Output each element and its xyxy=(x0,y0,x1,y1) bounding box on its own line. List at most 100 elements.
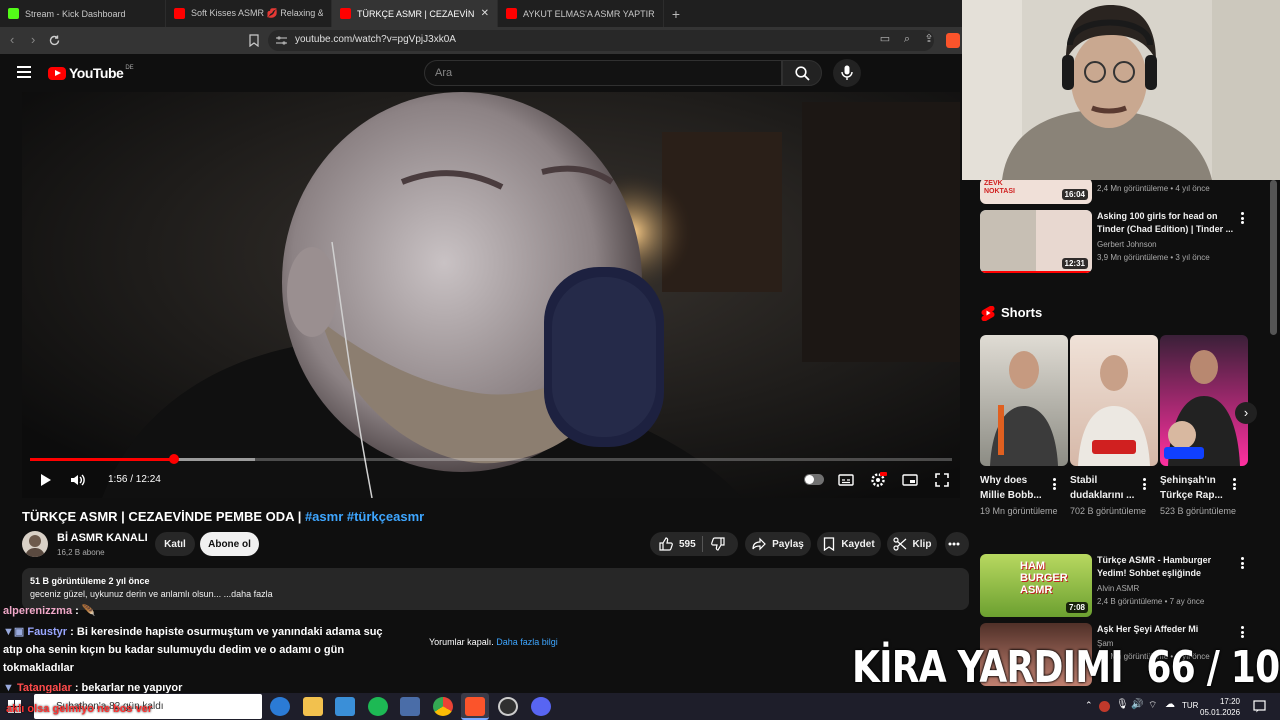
volume-icon[interactable] xyxy=(69,471,87,489)
recommended-meta: 3,9 Mn görüntüleme • 3 yıl önce xyxy=(1097,253,1210,262)
video-duration: 12:31 xyxy=(1061,258,1088,269)
menu-icon[interactable] xyxy=(17,66,31,78)
more-vertical-icon[interactable] xyxy=(1233,478,1237,490)
obs-app-icon[interactable] xyxy=(498,697,518,716)
taskbar: Subathon'a 82 gün kaldı aklı olsa gelmiy… xyxy=(0,693,1280,720)
recommended-title[interactable]: Asking 100 girls for head on Tinder (Cha… xyxy=(1097,210,1237,236)
chrome-app-icon[interactable] xyxy=(433,697,453,716)
voice-search-button[interactable] xyxy=(833,59,861,87)
tray-app-icon[interactable] xyxy=(1099,701,1110,712)
shorts-next-icon[interactable]: › xyxy=(1235,402,1257,424)
subtitles-icon[interactable] xyxy=(837,471,855,489)
chat-username: alperenizzma xyxy=(3,605,73,617)
volume-tray-icon[interactable]: 🔊 xyxy=(1131,699,1143,710)
miniplayer-icon[interactable] xyxy=(901,471,919,489)
more-vertical-icon[interactable] xyxy=(1241,557,1245,569)
more-actions-button[interactable] xyxy=(945,532,969,556)
discord-app-icon[interactable] xyxy=(531,697,551,716)
browser-tab[interactable]: Stream - Kick Dashboard xyxy=(0,0,166,27)
browser-tab[interactable]: Soft Kisses ASMR 💋 Relaxing & Tingly xyxy=(166,0,332,27)
play-icon[interactable] xyxy=(36,471,54,489)
bookmark-icon[interactable] xyxy=(249,34,259,47)
fullscreen-icon[interactable] xyxy=(933,471,951,489)
more-vertical-icon[interactable] xyxy=(1143,478,1147,490)
short-title[interactable]: Şehinşah'ın Türkçe Rap... xyxy=(1160,473,1226,503)
tray-chevron-icon[interactable]: ⌃ xyxy=(1085,700,1093,711)
settings-gear-icon[interactable] xyxy=(869,471,887,489)
recommended-thumbnail[interactable]: ZEVK NOKTASI 16:04 xyxy=(980,178,1092,204)
tab-title: Soft Kisses ASMR 💋 Relaxing & Tingly xyxy=(191,8,323,18)
more-vertical-icon[interactable] xyxy=(1241,626,1245,638)
recommended-title[interactable]: Aşk Her Şeyi Affeder Mi xyxy=(1097,623,1237,636)
thumbnail-text: HAM BURGER ASMR xyxy=(1020,560,1068,596)
file-explorer-icon[interactable] xyxy=(303,697,323,716)
description-box[interactable]: 51 B görüntüleme 2 yıl önce geceniz güze… xyxy=(22,568,969,610)
brave-shield-icon[interactable] xyxy=(946,33,960,48)
short-title[interactable]: Why does Millie Bobb... xyxy=(980,473,1046,503)
more-vertical-icon[interactable] xyxy=(1053,478,1057,490)
short-views: 523 B görüntüleme xyxy=(1160,506,1237,516)
recommended-channel[interactable]: Alvin ASMR xyxy=(1097,584,1139,593)
browser-tab[interactable]: AYKUT ELMAS'A ASMR YAPTIRDIM ! xyxy=(498,0,664,27)
new-tab-button[interactable]: + xyxy=(664,0,688,27)
short-thumbnail[interactable] xyxy=(980,335,1068,466)
page-scrollbar[interactable] xyxy=(1270,180,1277,335)
dislike-icon[interactable] xyxy=(710,537,725,551)
input-language[interactable]: TUR xyxy=(1182,701,1198,710)
progress-bar[interactable] xyxy=(30,454,952,464)
microphone-tray-icon[interactable]: 🎙 xyxy=(1116,699,1129,710)
save-button[interactable]: Kaydet xyxy=(817,532,881,556)
back-icon[interactable]: ‹ xyxy=(10,32,14,47)
chat-text: tokmakladılar xyxy=(3,662,74,674)
like-icon[interactable] xyxy=(659,537,673,551)
shorts-icon xyxy=(981,306,995,321)
more-vertical-icon[interactable] xyxy=(1241,212,1245,224)
reload-icon[interactable] xyxy=(48,34,61,47)
recommended-thumbnail[interactable]: 12:31 xyxy=(980,210,1092,273)
cloud-tray-icon[interactable]: ☁ xyxy=(1165,699,1175,710)
recommended-title[interactable]: Türkçe ASMR - Hamburger Yedim! Sohbet eş… xyxy=(1097,554,1237,580)
spotify-app-icon[interactable] xyxy=(368,697,388,716)
close-tab-icon[interactable]: ✕ xyxy=(481,8,489,19)
url-text[interactable]: youtube.com/watch?v=pgVpjJ3xk0A xyxy=(295,34,456,45)
zoom-icon[interactable]: ⌕ xyxy=(901,33,913,45)
recommended-meta: 2,4 B görüntüleme • 7 ay önce xyxy=(1097,597,1205,606)
autoplay-toggle[interactable] xyxy=(804,474,824,485)
recommended-channel[interactable]: Gerbert Johnson xyxy=(1097,240,1157,249)
edge-app-icon[interactable] xyxy=(270,697,290,716)
scrubber-handle[interactable] xyxy=(168,454,179,464)
search-box[interactable] xyxy=(424,60,782,86)
short-title[interactable]: Stabil dudaklarını ... xyxy=(1070,473,1136,503)
youtube-logo[interactable]: YouTube DE xyxy=(48,65,134,81)
recommended-thumbnail[interactable]: HAM BURGER ASMR 7:08 xyxy=(980,554,1092,617)
channel-avatar[interactable] xyxy=(22,531,48,557)
search-input[interactable] xyxy=(435,67,765,79)
share-icon[interactable]: ⇪ xyxy=(923,33,935,45)
notifications-icon[interactable] xyxy=(1253,700,1266,713)
address-toolbar: ‹ › youtube.com/watch?v=pgVpjJ3xk0A ▭ ⌕ … xyxy=(0,27,962,54)
time-display: 1:56 / 12:24 xyxy=(108,474,161,485)
site-settings-icon[interactable] xyxy=(276,36,287,45)
learn-more-link[interactable]: Daha fazla bilgi xyxy=(496,637,558,647)
calculator-app-icon[interactable] xyxy=(400,697,420,716)
video-player[interactable]: 1:56 / 12:24 xyxy=(22,92,960,498)
forward-icon[interactable]: › xyxy=(31,32,35,47)
share-button[interactable]: Paylaş xyxy=(745,532,811,556)
youtube-header: YouTube DE xyxy=(0,54,962,92)
store-app-icon[interactable] xyxy=(335,697,355,716)
chat-message-continued: tokmakladılar xyxy=(3,659,74,677)
cast-icon[interactable]: ▭ xyxy=(879,33,891,45)
clip-button[interactable]: Klip xyxy=(887,532,937,556)
search-button[interactable] xyxy=(782,60,822,86)
short-thumbnail[interactable] xyxy=(1070,335,1158,466)
brave-app-active[interactable] xyxy=(461,693,489,720)
join-button[interactable]: Katıl xyxy=(155,532,195,556)
browser-tab-active[interactable]: TÜRKÇE ASMR | CEZAEVİNDE PEMBE ODA ✕ xyxy=(332,0,498,27)
network-tray-icon[interactable]: ⌔ xyxy=(1148,699,1157,712)
ticker-overlay-text: aklı olsa gelmiyo ne bos ver xyxy=(6,703,153,715)
system-clock[interactable]: 17:20 05.01.2026 xyxy=(1200,696,1240,718)
channel-name[interactable]: Bİ ASMR KANALI xyxy=(57,532,148,544)
subscribe-button[interactable]: Abone ol xyxy=(200,532,259,556)
short-thumbnail[interactable] xyxy=(1160,335,1248,466)
video-hashtags[interactable]: #asmr #türkçeasmr xyxy=(305,509,424,524)
